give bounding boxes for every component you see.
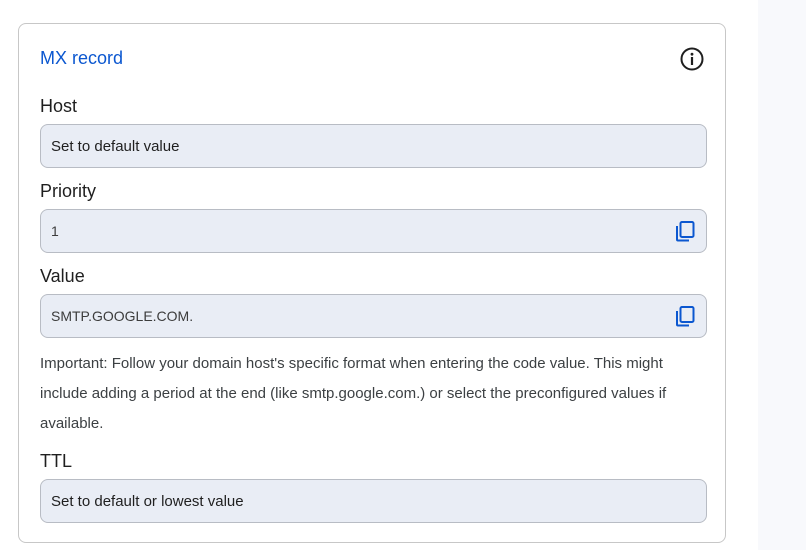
copy-icon[interactable] bbox=[674, 305, 696, 327]
mx-record-card: MX record Host Set to default value Prio… bbox=[18, 23, 726, 543]
host-label: Host bbox=[40, 96, 78, 116]
priority-label: Priority bbox=[40, 181, 97, 201]
priority-value: 1 bbox=[51, 223, 59, 239]
value-field[interactable]: SMTP.GOOGLE.COM. bbox=[40, 294, 707, 338]
host-field[interactable]: Set to default value bbox=[40, 124, 707, 168]
priority-field[interactable]: 1 bbox=[40, 209, 707, 253]
ttl-label: TTL bbox=[40, 451, 73, 471]
host-value: Set to default value bbox=[51, 138, 180, 155]
side-panel-background bbox=[758, 0, 806, 550]
value-label: Value bbox=[40, 266, 85, 286]
page: MX record Host Set to default value Prio… bbox=[0, 0, 806, 550]
value-value: SMTP.GOOGLE.COM. bbox=[51, 308, 194, 324]
info-icon[interactable] bbox=[679, 46, 705, 72]
card-title: MX record bbox=[40, 48, 124, 68]
important-note: Important: Follow your domain host's spe… bbox=[40, 355, 667, 432]
ttl-field[interactable]: Set to default or lowest value bbox=[40, 479, 707, 523]
copy-icon[interactable] bbox=[674, 220, 696, 242]
ttl-value: Set to default or lowest value bbox=[51, 493, 244, 510]
